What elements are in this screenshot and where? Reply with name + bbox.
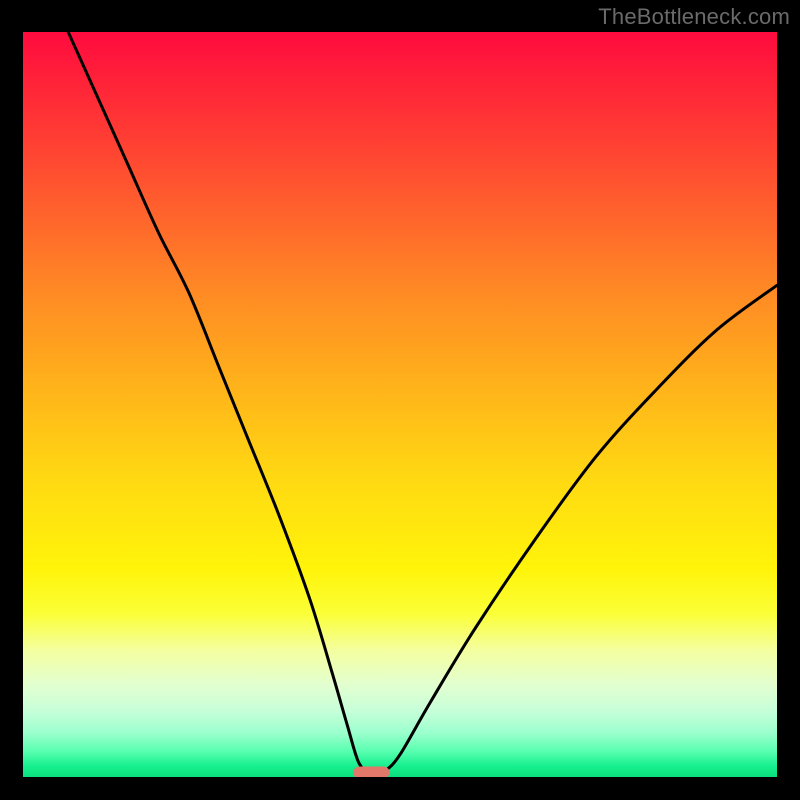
minimum-marker [353,767,389,778]
plot-area [23,32,777,777]
chart-svg [23,32,777,777]
watermark-text: TheBottleneck.com [598,4,790,30]
chart-frame: TheBottleneck.com [0,0,800,800]
bottleneck-curve [68,32,777,774]
